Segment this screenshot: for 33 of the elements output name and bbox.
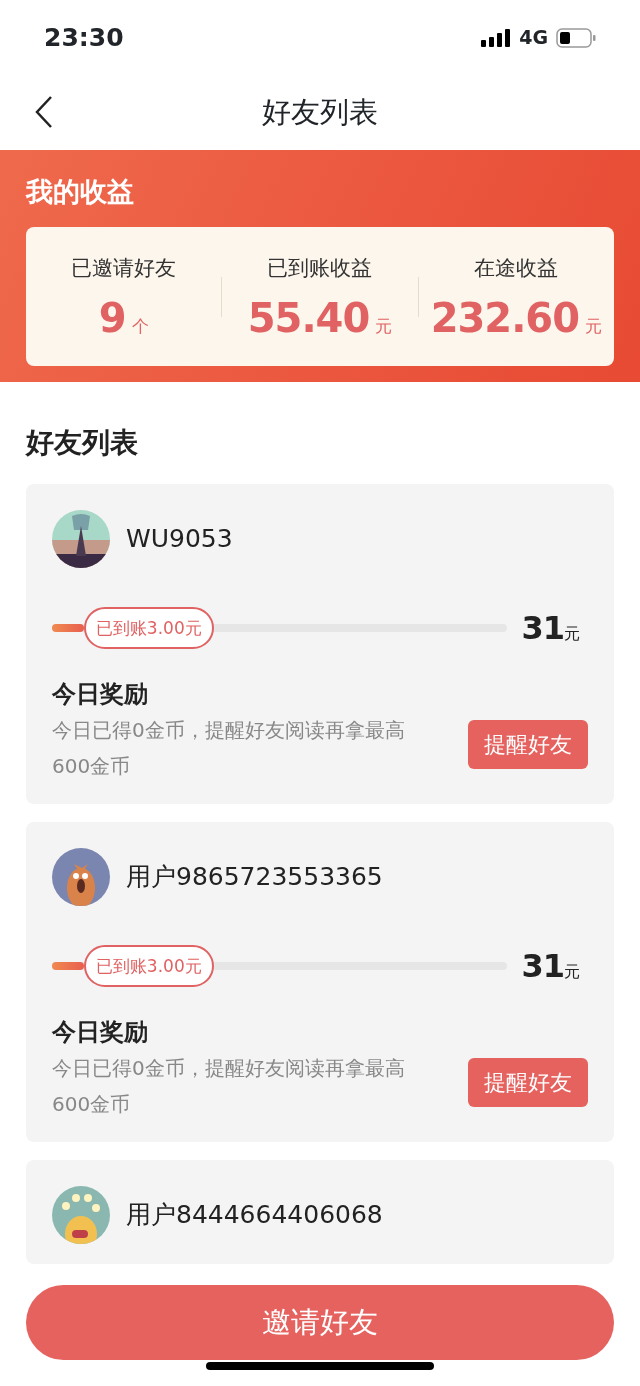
stat-unit: 个 [131,315,149,338]
target-unit: 元 [564,623,580,645]
stat-label: 在途收益 [473,254,560,282]
progress-badge: 已到账3.00元 [83,945,214,987]
remind-button[interactable]: 提醒好友 [468,1058,588,1107]
friend-name: 用户8444664406068 [126,1199,383,1232]
target-value: 31 [521,946,564,987]
friend-name: 用户9865723553365 [126,861,383,894]
friend-name: WU9053 [126,523,233,556]
stat-value: 232.60 [430,294,579,343]
reward-text: 今日已得0金币，提醒好友阅读再拿最高600金币 [52,1055,406,1118]
target-unit: 元 [564,961,580,983]
back-button[interactable] [34,95,54,129]
stat-label: 已邀请好友 [70,254,178,282]
signal-icon [481,28,512,47]
battery-icon [556,27,596,48]
network-label: 4G [519,25,548,51]
progress-badge: 已到账3.00元 [83,607,214,649]
status-time: 23:30 [44,21,124,54]
reward-title: 今日奖励 [52,1017,149,1048]
page-title: 好友列表 [262,93,378,131]
stat-unit: 元 [585,315,602,338]
stat-label: 已到账收益 [266,254,374,282]
remind-button[interactable]: 提醒好友 [468,720,588,769]
reward-text: 今日已得0金币，提醒好友阅读再拿最高600金币 [52,717,406,780]
earnings-title: 我的收益 [26,175,135,209]
section-title: 好友列表 [24,425,139,461]
stat-value: 9 [98,294,126,343]
invite-button[interactable]: 邀请好友 [26,1285,614,1360]
reward-title: 今日奖励 [52,679,149,710]
stat-value: 55.40 [247,294,370,343]
stat-unit: 元 [375,315,393,338]
target-value: 31 [521,608,564,649]
